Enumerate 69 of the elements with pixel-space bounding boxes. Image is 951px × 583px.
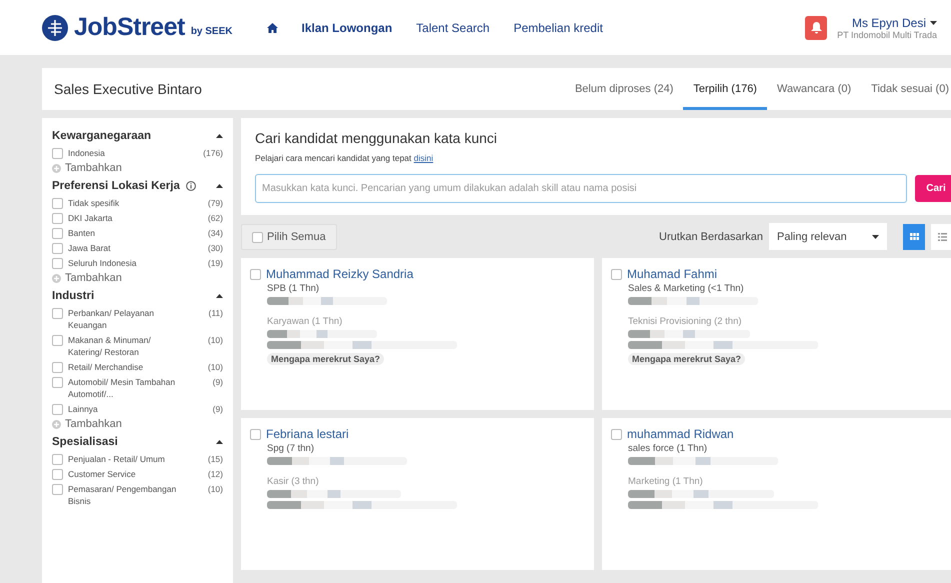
why-hire-me-tag[interactable]: Mengapa merekrut Saya? [628, 353, 746, 365]
sort-label: Urutkan Berdasarkan [659, 230, 763, 242]
filter-option-label[interactable]: Perbankan/ Pelayanan Keuangan [68, 307, 180, 331]
filter-count: (10) [208, 334, 223, 346]
filter-group-title: Kewarganegaraan [52, 130, 152, 142]
nav-link[interactable]: Talent Search [416, 20, 490, 34]
filter-count: (30) [208, 242, 223, 254]
candidate-name[interactable]: Febriana lestari [266, 427, 349, 441]
job-experience: Teknisi Provisioning (2 thn) [628, 316, 743, 327]
add-filter-link[interactable]: Tambahkan [52, 272, 223, 284]
logo-suffix: by SEEK [190, 26, 232, 37]
filter-count: (62) [208, 212, 223, 224]
candidate-name[interactable]: muhammad Ridwan [627, 427, 734, 441]
job-experience: Marketing (1 Thn) [628, 476, 704, 487]
filter-count: (176) [203, 147, 223, 159]
filter-count: (10) [208, 361, 223, 373]
user-name[interactable]: Ms Epyn Desi [852, 16, 926, 30]
filter-group-title: Industri [52, 290, 94, 302]
filter-count: (9) [212, 403, 223, 415]
filter-option-label[interactable]: Automobil/ Mesin Tambahan Automotif/... [68, 376, 180, 400]
filter-count: (11) [208, 307, 223, 319]
company-name: PT Indomobil Multi Trada [837, 30, 937, 40]
status-tab[interactable]: Belum diproses (24) [564, 68, 684, 110]
search-heading: Cari kandidat menggunakan kata kunci [255, 130, 498, 146]
logo-text: JobStreet [74, 13, 185, 42]
filter-count: (12) [208, 468, 223, 480]
filter-count: (10) [208, 483, 223, 495]
filter-option-label[interactable]: Customer Service [68, 468, 180, 480]
search-hint: Pelajari cara mencari kandidat yang tepat disini [255, 153, 434, 163]
filter-option-label[interactable]: Indonesia [68, 147, 180, 159]
job-title: Sales Executive Bintaro [54, 81, 203, 97]
help-link[interactable]: disini [414, 153, 434, 163]
nav-link[interactable]: Pembelian kredit [514, 20, 603, 34]
why-hire-me-tag[interactable]: Mengapa merekrut Saya? [267, 353, 384, 365]
job-experience: SPB (1 Thn) [267, 283, 320, 294]
sort-dropdown[interactable]: Paling relevan [769, 223, 887, 250]
keyword-search-field[interactable]: Masukkan kata kunci. Pencarian yang umum dilakukan adalah skill atau nama posisi [255, 174, 907, 203]
job-experience: sales force (1 Thn) [628, 443, 708, 454]
filter-option-label[interactable]: Jawa Barat [68, 242, 180, 254]
job-experience: Sales & Marketing (<1 Thn) [628, 283, 745, 294]
search-button[interactable]: Cari [915, 175, 951, 202]
status-tab[interactable]: Tidak sesuai (0) [861, 68, 951, 110]
filter-option-label[interactable]: Banten [68, 227, 180, 239]
filter-option-label[interactable]: Pemasaran/ Pengembangan Bisnis [68, 483, 180, 507]
filter-option-label[interactable]: Makanan & Minuman/ Katering/ Restoran [68, 334, 180, 358]
filter-count: (34) [208, 227, 223, 239]
job-experience: Spg (7 thn) [267, 443, 315, 454]
filter-option-label[interactable]: DKI Jakarta [68, 212, 180, 224]
filter-group-title: Spesialisasi [52, 436, 118, 448]
filter-option-label[interactable]: Penjualan - Retail/ Umum [68, 453, 180, 465]
filter-option-label[interactable]: Seluruh Indonesia [68, 257, 180, 269]
candidate-name[interactable]: Muhamad Fahmi [627, 267, 718, 281]
filter-option-label[interactable]: Lainnya [68, 403, 180, 415]
filter-count: (9) [212, 376, 223, 388]
filter-count: (19) [208, 257, 223, 269]
select-all-button[interactable]: Pilih Semua [241, 224, 337, 250]
add-filter-link[interactable]: Tambahkan [52, 162, 223, 174]
job-experience: Kasir (3 thn) [267, 476, 320, 487]
nav-link[interactable]: Iklan Lowongan [302, 20, 392, 34]
filter-option-label[interactable]: Tidak spesifik [68, 197, 180, 209]
filter-count: (79) [208, 197, 223, 209]
add-filter-link[interactable]: Tambahkan [52, 418, 223, 430]
status-tab[interactable]: Terpilih (176) [683, 68, 767, 110]
filter-group-title: Preferensi Lokasi Kerja [52, 180, 180, 192]
status-tab[interactable]: Wawancara (0) [766, 68, 862, 110]
filter-count: (15) [208, 453, 223, 465]
job-experience: Karyawan (1 Thn) [267, 316, 344, 327]
filter-option-label[interactable]: Retail/ Merchandise [68, 361, 180, 373]
candidate-name[interactable]: Muhammad Reizky Sandria [266, 267, 414, 281]
